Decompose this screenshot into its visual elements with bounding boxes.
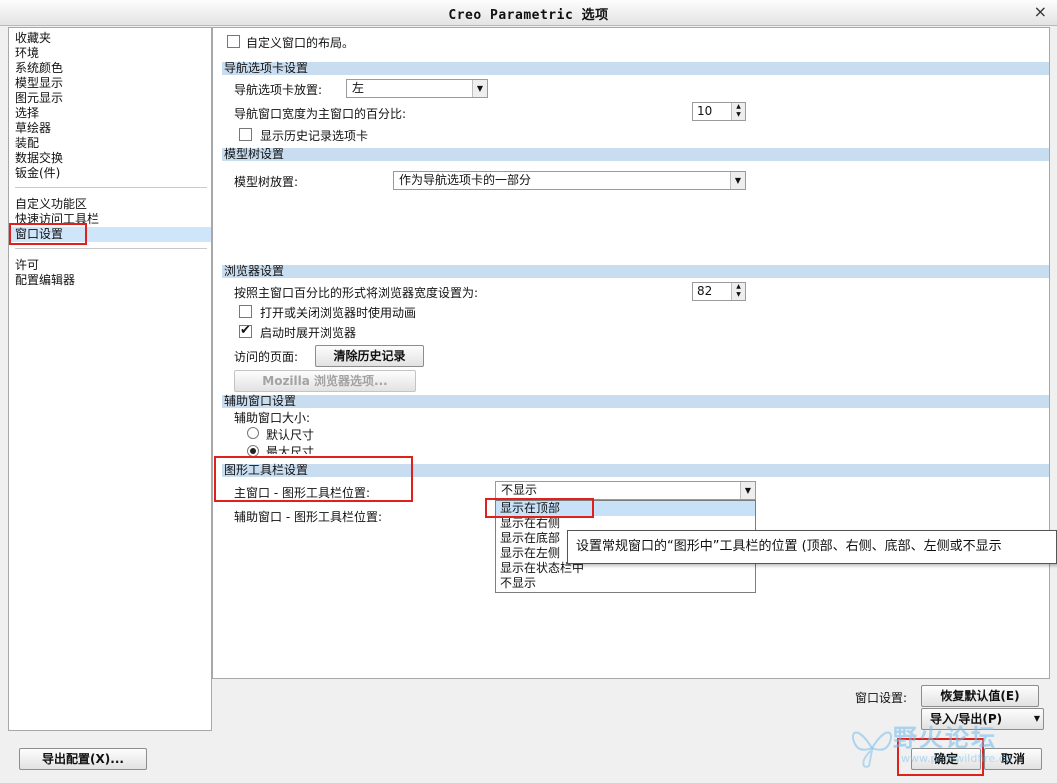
nav-item-window-settings[interactable]: 窗口设置: [9, 227, 211, 242]
browser-width-value: 82: [697, 284, 713, 298]
history-tab-label: 显示历史记录选项卡: [260, 129, 369, 143]
max-size-radio[interactable]: [247, 445, 259, 457]
nav-item-system-colors[interactable]: 系统颜色: [15, 61, 63, 76]
ok-button[interactable]: 确定: [911, 748, 981, 770]
nav-item-assembly[interactable]: 装配: [15, 136, 39, 151]
nav-item-license[interactable]: 许可: [15, 258, 39, 273]
browser-width-label: 按照主窗口百分比的形式将浏览器宽度设置为:: [234, 286, 479, 300]
browser-settings-header: 浏览器设置: [222, 265, 1049, 278]
import-export-label: 导入/导出(P): [930, 712, 1003, 726]
option-show-right[interactable]: 显示在右侧: [496, 516, 755, 531]
chevron-down-icon: ▼: [730, 172, 745, 189]
nav-window-width-label: 导航窗口宽度为主窗口的百分比:: [234, 107, 407, 121]
chevron-down-icon: ▼: [472, 80, 487, 97]
nav-tab-placement-label: 导航选项卡放置:: [234, 83, 323, 97]
nav-divider: [15, 248, 207, 249]
nav-item-model-display[interactable]: 模型显示: [15, 76, 63, 91]
title-bar: Creo Parametric 选项 ×: [0, 0, 1057, 26]
nav-window-width-value: 10: [697, 104, 713, 118]
mozilla-options-button[interactable]: Mozilla 浏览器选项...: [234, 370, 416, 392]
aux-window-settings-header: 辅助窗口设置: [222, 395, 1049, 408]
aux-window-size-label: 辅助窗口大小:: [234, 411, 311, 425]
nav-item-selection[interactable]: 选择: [15, 106, 39, 121]
nav-item-sheetmetal[interactable]: 钣金(件): [15, 166, 60, 181]
nav-item-config-editor[interactable]: 配置编辑器: [15, 273, 75, 288]
browser-animate-label: 打开或关闭浏览器时使用动画: [260, 306, 417, 320]
nav-item-sketcher[interactable]: 草绘器: [15, 121, 51, 136]
browser-expand-checkbox[interactable]: [239, 323, 252, 338]
restore-defaults-button[interactable]: 恢复默认值(E): [921, 685, 1039, 707]
default-size-radio[interactable]: [247, 427, 259, 439]
browser-expand-label: 启动时展开浏览器: [260, 326, 357, 340]
max-size-label: 最大尺寸: [266, 445, 315, 454]
custom-layout-label: 自定义窗口的布局。: [246, 36, 355, 50]
cancel-button[interactable]: 取消: [984, 748, 1042, 770]
browser-animate-checkbox[interactable]: [239, 305, 252, 318]
nav-tab-placement-value: 左: [352, 81, 365, 95]
model-tree-settings-header: 模型树设置: [222, 148, 1049, 161]
nav-tab-settings-header: 导航选项卡设置: [222, 62, 1049, 75]
option-show-top[interactable]: 显示在顶部: [496, 501, 755, 516]
model-tree-placement-label: 模型树放置:: [234, 175, 299, 189]
aux-window-toolbar-label: 辅助窗口 - 图形工具栏位置:: [234, 510, 383, 524]
main-window-toolbar-select[interactable]: 不显示 ▼: [495, 481, 756, 500]
history-tab-checkbox[interactable]: [239, 128, 252, 141]
butterfly-icon: [852, 731, 892, 768]
browser-width-spinner[interactable]: 82 ▲ ▼: [692, 282, 746, 301]
window-title: Creo Parametric 选项: [448, 8, 609, 23]
nav-window-width-spinner[interactable]: 10 ▲ ▼: [692, 102, 746, 121]
nav-item-favorites[interactable]: 收藏夹: [15, 31, 51, 46]
close-icon[interactable]: ×: [1034, 2, 1047, 21]
spinner-arrows-icon[interactable]: ▲ ▼: [731, 283, 745, 300]
nav-item-customize-ribbon[interactable]: 自定义功能区: [15, 197, 87, 212]
custom-layout-checkbox[interactable]: [227, 35, 240, 48]
default-size-label: 默认尺寸: [266, 428, 315, 442]
chevron-down-icon: ▼: [1033, 714, 1040, 723]
nav-item-environment[interactable]: 环境: [15, 46, 39, 61]
model-tree-placement-select[interactable]: 作为导航选项卡的一部分 ▼: [393, 171, 746, 190]
category-list: 收藏夹 环境 系统颜色 模型显示 图元显示 选择 草绘器 装配 数据交换 钣金(…: [8, 27, 212, 731]
main-window-toolbar-label: 主窗口 - 图形工具栏位置:: [234, 486, 371, 500]
main-window-toolbar-value: 不显示: [501, 483, 538, 497]
tooltip: 设置常规窗口的“图形中”工具栏的位置 (顶部、右侧、底部、左侧或不显示: [567, 530, 1057, 564]
nav-item-data-exchange[interactable]: 数据交换: [15, 151, 63, 166]
chevron-down-icon: ▼: [740, 482, 755, 499]
import-export-button[interactable]: 导入/导出(P) ▼: [921, 708, 1044, 730]
visited-pages-label: 访问的页面:: [234, 350, 299, 364]
option-hide[interactable]: 不显示: [496, 576, 755, 591]
spinner-arrows-icon[interactable]: ▲ ▼: [731, 103, 745, 120]
window-settings-footer-label: 窗口设置:: [855, 691, 908, 705]
clear-history-button[interactable]: 清除历史记录: [315, 345, 424, 367]
export-config-button[interactable]: 导出配置(X)...: [19, 748, 147, 770]
graphics-toolbar-settings-header: 图形工具栏设置: [222, 464, 1049, 477]
nav-tab-placement-select[interactable]: 左 ▼: [346, 79, 488, 98]
nav-item-entity-display[interactable]: 图元显示: [15, 91, 63, 106]
nav-divider: [15, 187, 207, 188]
nav-item-quick-access-toolbar[interactable]: 快速访问工具栏: [15, 212, 99, 227]
model-tree-placement-value: 作为导航选项卡的一部分: [399, 173, 532, 187]
